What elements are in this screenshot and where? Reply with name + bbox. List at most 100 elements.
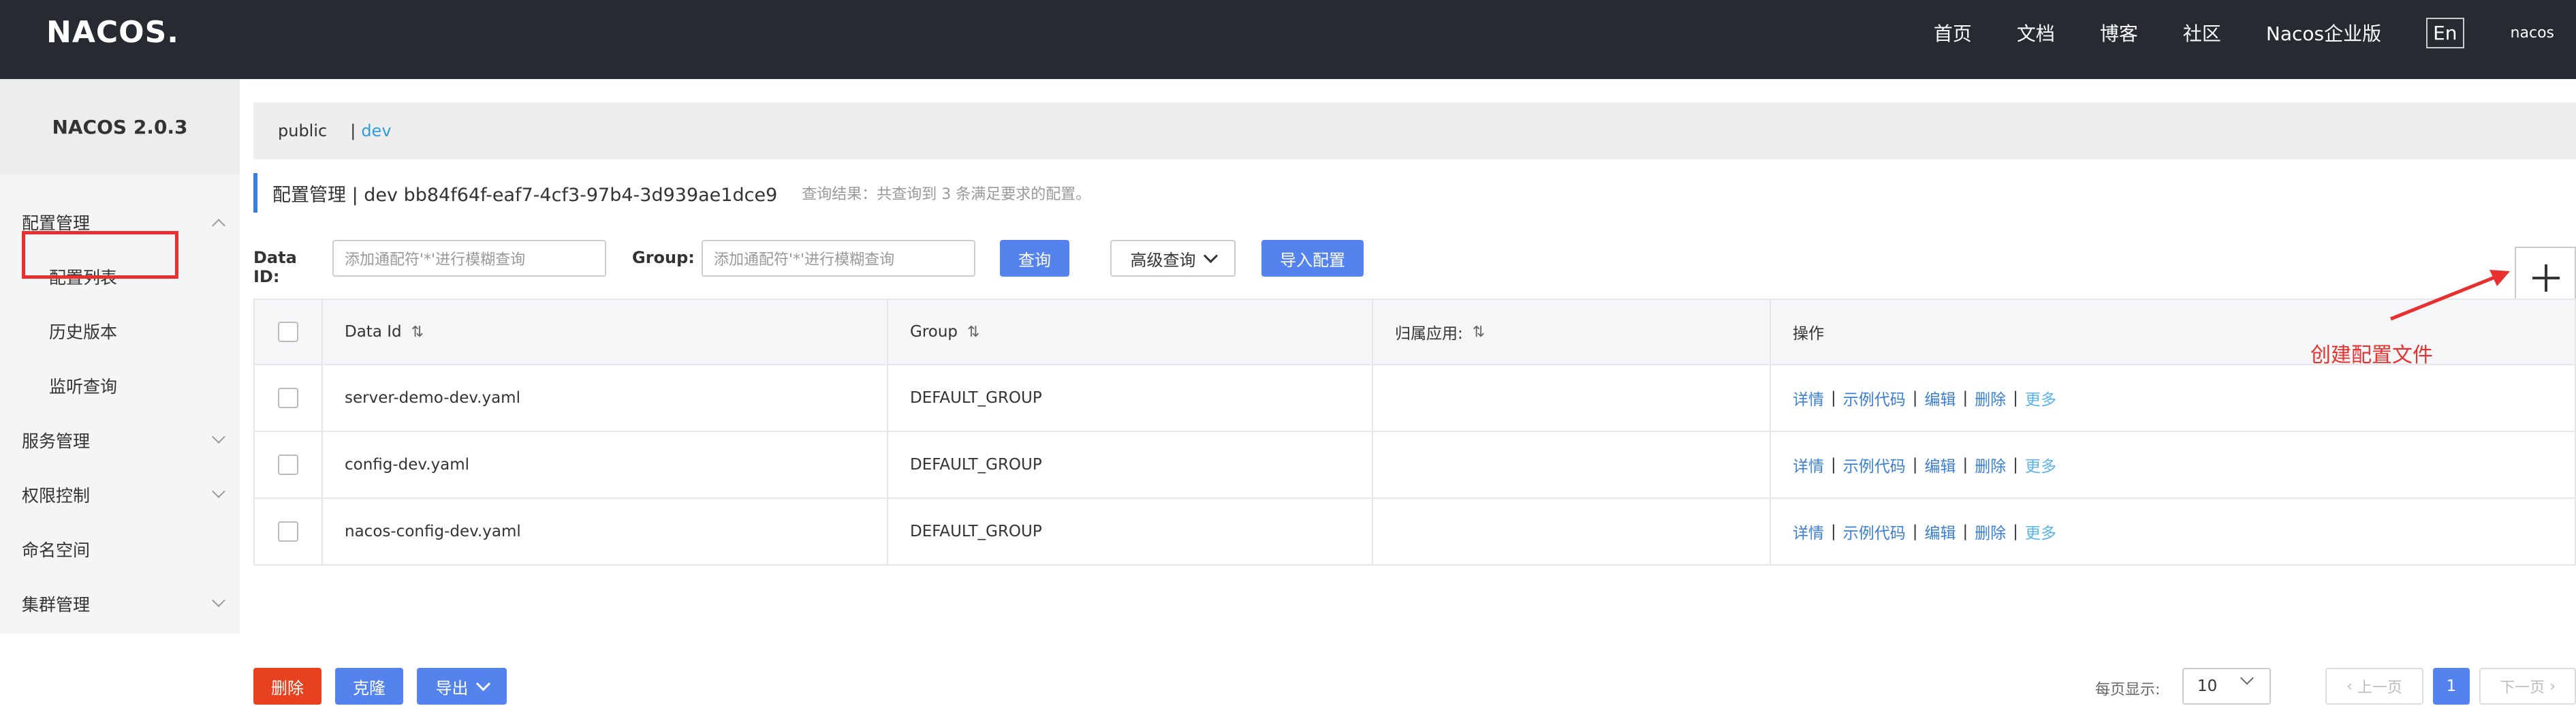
chevron-down-icon	[2240, 671, 2254, 685]
sidebar-item-label: 历史版本	[49, 322, 118, 342]
current-page-button[interactable]: 1	[2433, 668, 2470, 705]
op-separator: |	[1912, 389, 1918, 407]
nav-community[interactable]: 社区	[2183, 19, 2221, 46]
data-id-cell: nacos-config-dev.yaml	[323, 499, 888, 564]
namespace-dev[interactable]: dev	[361, 121, 391, 140]
namespace-public[interactable]: public	[278, 121, 327, 140]
row-checkbox-cell	[255, 499, 323, 564]
row-checkbox[interactable]	[278, 521, 298, 542]
sidebar-item-access-control[interactable]: 权限控制	[0, 474, 240, 515]
page-size-select[interactable]: 10	[2182, 668, 2271, 705]
export-label: 导出	[435, 678, 469, 698]
op-separator: |	[1962, 523, 1968, 540]
sidebar-item-cluster-management[interactable]: 集群管理	[0, 583, 240, 624]
select-all-checkbox[interactable]	[278, 322, 298, 342]
main-content: public | dev 配置管理 | dev bb84f64f-eaf7-4c…	[240, 79, 2576, 705]
nav-docs[interactable]: 文档	[2017, 19, 2055, 46]
more-link[interactable]: 更多	[2025, 520, 2056, 543]
sidebar-item-history[interactable]: 历史版本	[0, 311, 240, 352]
delete-link[interactable]: 删除	[1975, 520, 2006, 543]
namespace-bar: public | dev	[253, 102, 2576, 159]
header-group-label: Group	[910, 323, 958, 341]
header-app-label: 归属应用:	[1395, 325, 1463, 343]
op-separator: |	[2013, 389, 2018, 407]
group-cell: DEFAULT_GROUP	[888, 432, 1373, 497]
chevron-down-icon	[475, 676, 490, 691]
more-link[interactable]: 更多	[2025, 386, 2056, 410]
nav-blog[interactable]: 博客	[2100, 19, 2138, 46]
header-data-id-label: Data Id	[345, 323, 402, 341]
nav-home[interactable]: 首页	[1934, 19, 1972, 46]
sample-code-link[interactable]: 示例代码	[1843, 453, 1906, 476]
prev-page-label: 上一页	[2357, 679, 2402, 696]
prev-page-button[interactable]: ‹ 上一页	[2325, 668, 2423, 705]
chevron-right-icon: ›	[2545, 677, 2556, 695]
arrow-line	[2390, 273, 2500, 321]
clone-button[interactable]: 克隆	[335, 668, 403, 705]
row-checkbox-cell	[255, 365, 323, 431]
plus-icon-vertical	[2545, 264, 2547, 292]
sort-icon[interactable]: ⇅	[411, 324, 424, 341]
operations-cell: 详情 | 示例代码 | 编辑 | 删除 | 更多	[1771, 432, 2575, 497]
app-cell	[1373, 365, 1771, 431]
edit-link[interactable]: 编辑	[1925, 453, 1956, 476]
sort-icon[interactable]: ⇅	[1473, 324, 1485, 341]
advanced-query-button[interactable]: 高级查询	[1110, 240, 1236, 277]
header-operations-label: 操作	[1793, 325, 1824, 343]
top-header: NACOS. 首页 文档 博客 社区 Nacos企业版 En nacos	[0, 0, 2576, 79]
row-checkbox[interactable]	[278, 455, 298, 475]
language-switch-button[interactable]: En	[2426, 17, 2464, 48]
delete-link[interactable]: 删除	[1975, 386, 2006, 410]
op-separator: |	[2013, 456, 2018, 474]
detail-link[interactable]: 详情	[1793, 453, 1824, 476]
nacos-logo[interactable]: NACOS.	[46, 15, 179, 50]
sidebar-item-label: 集群管理	[22, 595, 91, 615]
more-link[interactable]: 更多	[2025, 453, 2056, 476]
data-id-input[interactable]: 添加通配符'*'进行模糊查询	[332, 240, 606, 277]
detail-link[interactable]: 详情	[1793, 386, 1824, 410]
op-separator: |	[1912, 456, 1918, 474]
sidebar: NACOS 2.0.3 配置管理 配置列表 历史版本 监听查询 服务管理 权限控…	[0, 79, 240, 634]
data-id-label: Data ID:	[253, 248, 297, 286]
footer-bar: 删除 克隆 导出 每页显示: 10 ‹ 上一页 1 下一页 ›	[253, 668, 2576, 706]
import-config-button[interactable]: 导入配置	[1261, 240, 1364, 277]
user-name[interactable]: nacos	[2511, 25, 2554, 42]
sidebar-item-namespace[interactable]: 命名空间	[0, 529, 240, 570]
header-group[interactable]: Group ⇅	[888, 300, 1373, 364]
edit-link[interactable]: 编辑	[1925, 520, 1956, 543]
next-page-button[interactable]: 下一页 ›	[2479, 668, 2576, 705]
edit-link[interactable]: 编辑	[1925, 386, 1956, 410]
op-separator: |	[1962, 456, 1968, 474]
query-button[interactable]: 查询	[1000, 240, 1069, 277]
group-input[interactable]: 添加通配符'*'进行模糊查询	[702, 240, 975, 277]
page-title: 配置管理 | dev bb84f64f-eaf7-4cf3-97b4-3d939…	[272, 184, 778, 206]
row-checkbox-cell	[255, 432, 323, 497]
export-button[interactable]: 导出	[417, 668, 507, 705]
config-list-highlight-box	[22, 231, 178, 279]
sidebar-item-service-management[interactable]: 服务管理	[0, 420, 240, 461]
sidebar-item-listener-query[interactable]: 监听查询	[0, 365, 240, 406]
bulk-delete-button[interactable]: 删除	[253, 668, 321, 705]
sidebar-item-label: 监听查询	[49, 377, 118, 397]
header-app[interactable]: 归属应用: ⇅	[1373, 300, 1771, 364]
table-row: config-dev.yaml DEFAULT_GROUP 详情 | 示例代码 | 编辑…	[255, 432, 2575, 499]
table-row: server-demo-dev.yaml DEFAULT_GROUP 详情 | 示例…	[255, 365, 2575, 432]
delete-link[interactable]: 删除	[1975, 453, 2006, 476]
chevron-down-icon	[212, 485, 225, 498]
nav-enterprise[interactable]: Nacos企业版	[2266, 19, 2381, 46]
sample-code-link[interactable]: 示例代码	[1843, 386, 1906, 410]
page-size-value: 10	[2197, 677, 2218, 695]
data-id-cell: config-dev.yaml	[323, 432, 888, 497]
op-separator: |	[1831, 389, 1836, 407]
version-title: NACOS 2.0.3	[0, 79, 240, 174]
group-cell: DEFAULT_GROUP	[888, 365, 1373, 431]
next-page-label: 下一页	[2500, 679, 2545, 696]
sample-code-link[interactable]: 示例代码	[1843, 520, 1906, 543]
sort-icon[interactable]: ⇅	[967, 324, 979, 341]
chevron-up-icon	[212, 219, 225, 232]
header-data-id[interactable]: Data Id ⇅	[323, 300, 888, 364]
app-cell	[1373, 499, 1771, 564]
row-checkbox[interactable]	[278, 388, 298, 408]
op-separator: |	[1962, 389, 1968, 407]
detail-link[interactable]: 详情	[1793, 520, 1824, 543]
